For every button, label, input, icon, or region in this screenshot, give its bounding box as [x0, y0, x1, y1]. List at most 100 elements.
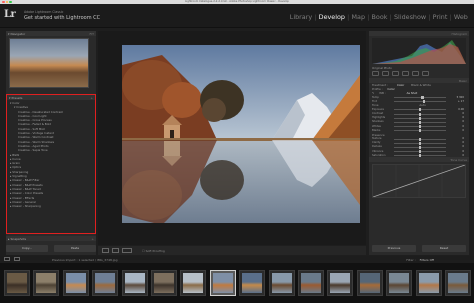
slider-track[interactable]: [394, 101, 446, 103]
before-after-toggle-icon[interactable]: [122, 248, 132, 253]
spot-removal-icon[interactable]: [382, 71, 389, 76]
presets-panel: ▾ Presets + ▾ Color ▾ Creative Creative - …: [6, 94, 96, 234]
copy-settings-button[interactable]: Copy...: [6, 245, 48, 252]
lightroom-logo: Lr: [4, 9, 16, 20]
slider-value[interactable]: 0.00: [458, 108, 464, 111]
slider-value[interactable]: 0: [462, 120, 464, 123]
snapshots-header[interactable]: ▸ Snapshots +: [6, 236, 96, 241]
filmstrip-thumbnail[interactable]: [356, 270, 383, 296]
tone-sliders: Exposure 0.00 Contrast 0 Highlights 0 Shadows 0…: [369, 107, 469, 133]
slider-label: Blacks: [372, 128, 381, 132]
red-eye-icon[interactable]: [392, 71, 399, 76]
thumbnail-image: [448, 273, 468, 293]
treatment-bw-option[interactable]: Black & White: [411, 83, 431, 87]
slider-value[interactable]: 0: [462, 141, 464, 144]
filmstrip-thumbnail[interactable]: [92, 270, 119, 296]
preset-group[interactable]: ▸ Classic - Sharpening: [9, 204, 93, 208]
slider-label: Dehaze: [372, 145, 382, 149]
slider-value[interactable]: 5 300: [457, 96, 464, 99]
treatment-color-option[interactable]: Color: [397, 83, 404, 87]
thumbnail-image: [95, 273, 116, 293]
image-view: [98, 31, 366, 245]
filmstrip-thumbnail[interactable]: [62, 270, 89, 296]
slider-value[interactable]: 0: [462, 145, 464, 148]
crop-tool-icon[interactable]: [372, 71, 379, 76]
navigator-header[interactable]: ▾ Navigator FIT: [6, 31, 96, 36]
grid-view-icon[interactable]: [4, 257, 10, 261]
filmstrip: [0, 263, 474, 303]
filmstrip-thumbnail[interactable]: [268, 270, 295, 296]
thumbnail-image: [418, 273, 439, 293]
identity-line-2[interactable]: Get started with Lightroom CC: [24, 15, 100, 21]
navigator-preview[interactable]: [9, 38, 89, 88]
tone-curve-graph[interactable]: [372, 164, 466, 199]
navigator-zoom[interactable]: FIT: [90, 32, 94, 36]
filmstrip-source-info[interactable]: Previous Import : 1 selected / IMG_3748.…: [52, 258, 117, 262]
tone-curve-header[interactable]: Tone Curve: [369, 157, 469, 163]
module-develop[interactable]: Develop: [316, 13, 347, 21]
slider-value[interactable]: 0: [462, 129, 464, 132]
develop-tools: [372, 71, 466, 77]
soft-proofing-checkbox[interactable]: ☐ Soft Proofing: [142, 249, 165, 253]
slider-knob[interactable]: [418, 129, 422, 133]
slider-knob[interactable]: [422, 100, 426, 104]
slider-label: Tint: [372, 99, 377, 103]
module-web[interactable]: Web: [452, 13, 470, 21]
filmstrip-thumbnail[interactable]: [151, 270, 177, 296]
filmstrip-thumbnail[interactable]: [209, 270, 236, 296]
filmstrip-thumbnail[interactable]: [327, 270, 354, 296]
adjustment-brush-icon[interactable]: [422, 71, 429, 76]
basic-header[interactable]: Basic: [369, 78, 469, 83]
identity-bar: Lr Adobe Lightroom Classic Get started w…: [0, 4, 474, 28]
module-library[interactable]: Library: [288, 13, 315, 21]
filmstrip-thumbnail[interactable]: [415, 270, 442, 296]
filmstrip-thumbnail[interactable]: [445, 270, 471, 296]
filmstrip-thumbnail[interactable]: [239, 270, 266, 296]
histogram[interactable]: [372, 38, 466, 64]
secondary-window-icon[interactable]: [14, 257, 20, 261]
add-preset-icon[interactable]: +: [90, 96, 93, 100]
identity-line-1: Adobe Lightroom Classic: [24, 10, 64, 14]
reset-button[interactable]: Reset: [422, 245, 466, 252]
preset-list: ▾ Color ▾ Creative Creative - Desaturated …: [7, 100, 95, 209]
slider-value[interactable]: 0: [462, 125, 464, 128]
main-photo[interactable]: [122, 45, 360, 223]
slider-value[interactable]: 0: [462, 150, 464, 153]
module-print[interactable]: Print: [430, 13, 449, 21]
add-snapshot-icon[interactable]: +: [91, 237, 94, 241]
histogram-header[interactable]: Histogram: [369, 31, 469, 36]
slider-label: Texture: [372, 137, 382, 140]
filmstrip-thumbnail[interactable]: [180, 270, 207, 296]
window-title: Lightroom Catalogue-2-2-2.lrcat - Adobe …: [185, 0, 289, 4]
module-map[interactable]: Map: [349, 13, 367, 21]
filmstrip-thumbnail[interactable]: [4, 270, 30, 296]
navigator-label: Navigator: [10, 32, 26, 36]
filmstrip-thumbnail[interactable]: [298, 270, 324, 296]
slider-value[interactable]: 0: [462, 137, 464, 140]
module-picker: Library | Develop | Map | Book | Slideshow | Print…: [288, 13, 470, 21]
slider-value[interactable]: 0: [462, 112, 464, 115]
filmstrip-thumbnail[interactable]: [121, 270, 148, 296]
filmstrip-thumbnail[interactable]: [33, 270, 60, 296]
before-after-icon[interactable]: [112, 248, 119, 253]
slider-value[interactable]: 0: [462, 116, 464, 119]
previous-button[interactable]: Previous: [372, 245, 416, 252]
snapshots-label: Snapshots: [10, 237, 27, 241]
slider-value[interactable]: + 17: [458, 100, 464, 103]
radial-filter-icon[interactable]: [412, 71, 419, 76]
module-slideshow[interactable]: Slideshow: [392, 13, 429, 21]
presets-header[interactable]: ▾ Presets +: [7, 95, 95, 100]
graduated-filter-icon[interactable]: [402, 71, 409, 76]
loupe-view-icon[interactable]: [102, 248, 109, 253]
paste-settings-button[interactable]: Paste: [54, 245, 96, 252]
slider-tint[interactable]: Tint + 17: [369, 99, 469, 104]
module-book[interactable]: Book: [369, 13, 389, 21]
slider-blacks[interactable]: Blacks 0: [369, 128, 469, 133]
presets-label: Presets: [11, 96, 23, 100]
filmstrip-thumbnail[interactable]: [386, 270, 413, 296]
filter-select[interactable]: Filters Off: [420, 258, 434, 262]
thumbnail-image: [359, 273, 380, 293]
lake-landscape-photo: [122, 45, 360, 223]
slider-track[interactable]: [394, 97, 446, 98]
slider-value[interactable]: 0: [462, 154, 464, 157]
